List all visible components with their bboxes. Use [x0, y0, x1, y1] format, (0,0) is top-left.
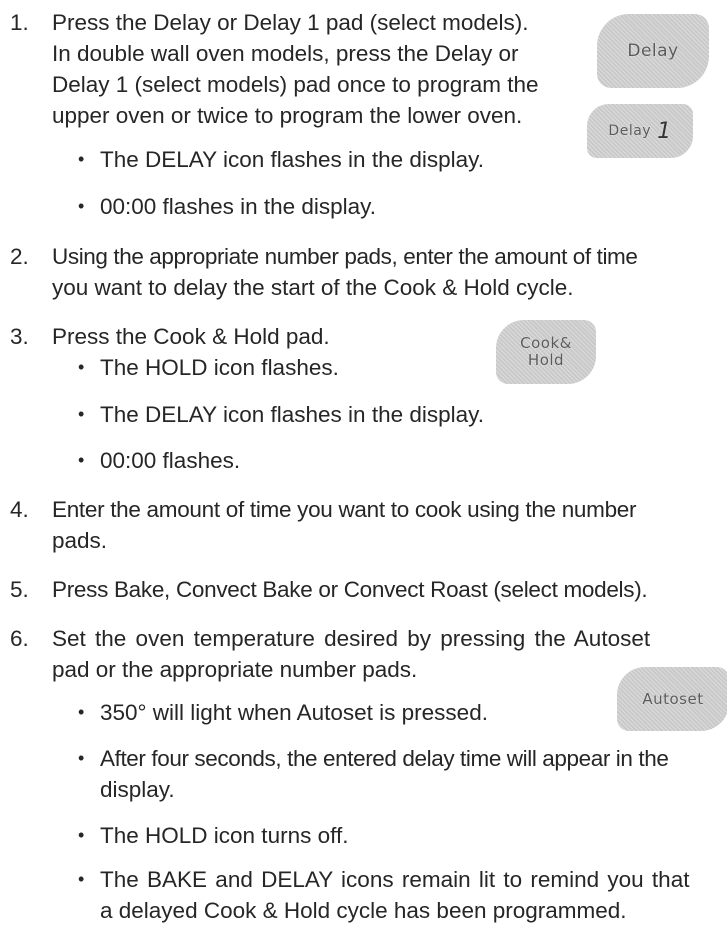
bullet-glyph: •: [78, 404, 85, 424]
autoset-pad-label: Autoset: [642, 689, 704, 708]
bullet-glyph: •: [78, 357, 85, 377]
step-text: In double wall oven models, press the De…: [52, 41, 519, 66]
step-text: pad or the appropriate number pads.: [52, 657, 418, 682]
step-number: 6.: [10, 626, 29, 651]
cook-hold-pad-label-line-2: Hold: [527, 351, 565, 369]
step-text: Set the oven temperature desired by pres…: [52, 626, 651, 651]
step-number: 4.: [10, 497, 29, 522]
step-text: upper oven or twice to program the lower…: [52, 103, 523, 128]
step-text: Press Bake, Convect Bake or Convect Roas…: [52, 577, 648, 602]
step-number: 1.: [10, 10, 29, 35]
bullet-text: The DELAY icon flashes in the display.: [100, 402, 484, 427]
bullet-glyph: •: [78, 869, 85, 889]
bullet-glyph: •: [78, 825, 85, 845]
bullet-text: 00:00 flashes in the display.: [100, 194, 377, 219]
delay-1-pad-label: Delay: [608, 122, 652, 139]
bullet-text: The HOLD icon flashes.: [100, 355, 339, 380]
bullet-text: The DELAY icon flashes in the display.: [100, 147, 484, 172]
delay-pad-illustration: Delay: [597, 14, 709, 88]
step-number: 5.: [10, 577, 29, 602]
bullet-text: 350° will light when Autoset is pressed.: [100, 700, 488, 725]
step-text: Using the appropriate number pads, enter…: [52, 244, 638, 269]
step-text: Press the Delay or Delay 1 pad (select m…: [52, 10, 529, 35]
step-text: Press the Cook & Hold pad.: [52, 324, 330, 349]
delay-1-pad-number: 1: [657, 118, 672, 144]
bullet-text: a delayed Cook & Hold cycle has been pro…: [100, 898, 627, 923]
autoset-pad-illustration: Autoset: [617, 667, 727, 731]
step-number: 2.: [10, 244, 29, 269]
cook-hold-pad-label-line-1: Cook&: [520, 334, 572, 352]
bullet-glyph: •: [78, 450, 85, 470]
step-text: Enter the amount of time you want to coo…: [52, 497, 637, 522]
cook-hold-pad-illustration: Cook& Hold: [496, 320, 596, 384]
bullet-glyph: •: [78, 702, 85, 722]
step-text: you want to delay the start of the Cook …: [52, 275, 574, 300]
bullet-text: display.: [100, 777, 175, 802]
bullet-glyph: •: [78, 196, 85, 216]
bullet-text: After four seconds, the entered delay ti…: [100, 746, 669, 771]
delay-1-pad-illustration: Delay 1: [587, 104, 693, 158]
bullet-glyph: •: [78, 149, 85, 169]
bullet-text: The HOLD icon turns off.: [100, 823, 349, 848]
step-number: 3.: [10, 324, 29, 349]
bullet-text: The BAKE and DELAY icons remain lit to r…: [100, 867, 690, 892]
step-text: pads.: [52, 528, 108, 553]
bullet-text: 00:00 flashes.: [100, 448, 241, 473]
bullet-glyph: •: [78, 748, 85, 768]
delay-pad-label: Delay: [627, 40, 679, 61]
step-text: Delay 1 (select models) pad once to prog…: [52, 72, 539, 97]
instruction-page: 1. Press the Delay or Delay 1 pad (selec…: [0, 0, 727, 923]
